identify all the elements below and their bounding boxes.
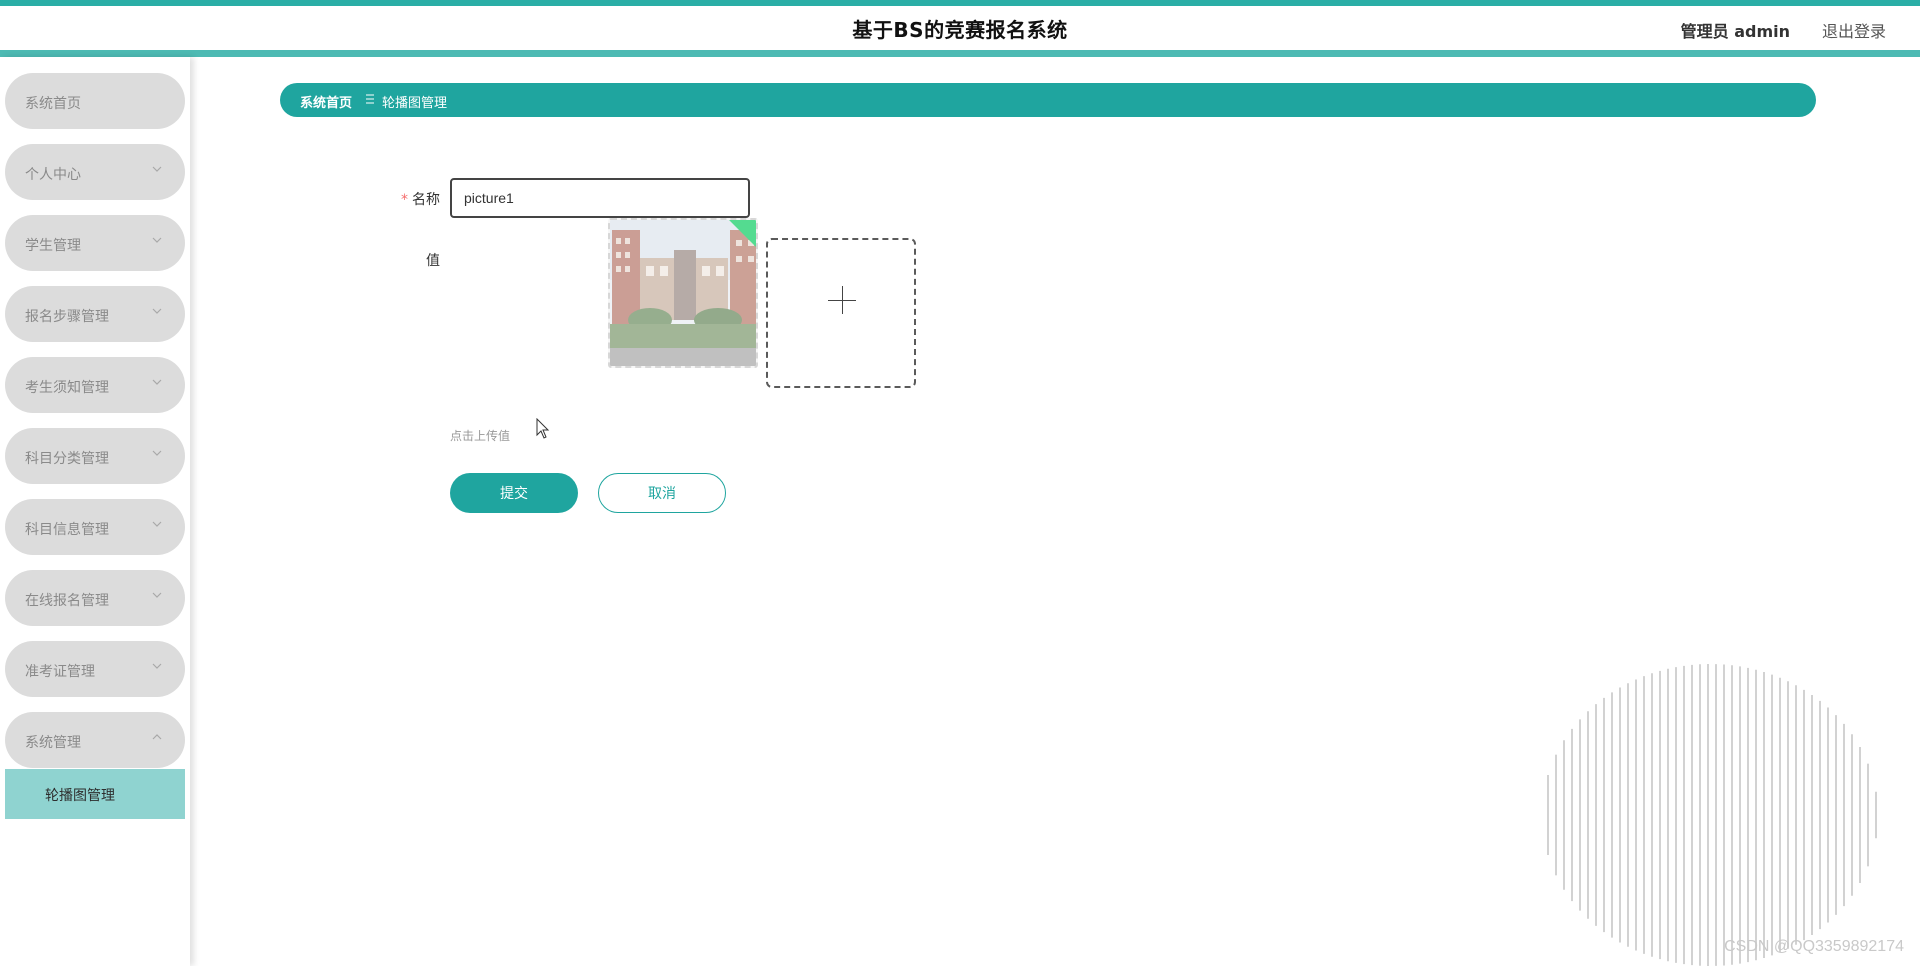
header: 基于BS的竞赛报名系统 管理员 admin 退出登录 (0, 6, 1920, 50)
chevron-down-icon (152, 237, 162, 243)
submit-button[interactable]: 提交 (450, 473, 578, 513)
sidebar-item-label: 系统管理 (25, 735, 81, 751)
sidebar-subitem-carousel[interactable]: 轮播图管理 (5, 769, 185, 819)
sidebar: 系统首页 个人中心 学生管理 报名步骤管理 考生须知管理 科目分类管理 科目信息… (0, 57, 190, 966)
sidebar-item-personal-center[interactable]: 个人中心 (5, 144, 185, 200)
mouse-cursor-icon (536, 418, 550, 439)
name-label-text: 名称 (412, 192, 440, 208)
chevron-up-icon (152, 734, 162, 740)
uploaded-image-thumbnail[interactable] (608, 218, 758, 368)
current-user: 管理员 admin (1680, 22, 1790, 41)
logout-link[interactable]: 退出登录 (1822, 18, 1886, 42)
sidebar-item-exam-notice[interactable]: 考生须知管理 (5, 357, 185, 413)
menu-icon (366, 94, 374, 104)
chevron-down-icon (152, 166, 162, 172)
sidebar-item-label: 科目信息管理 (25, 522, 109, 538)
chevron-down-icon (152, 592, 162, 598)
sidebar-item-online-registration[interactable]: 在线报名管理 (5, 570, 185, 626)
sidebar-item-registration-steps[interactable]: 报名步骤管理 (5, 286, 185, 342)
required-mark: * (401, 192, 408, 208)
sidebar-item-label: 报名步骤管理 (25, 309, 109, 325)
sidebar-item-label: 系统首页 (25, 96, 81, 112)
cancel-button[interactable]: 取消 (598, 473, 726, 513)
chevron-down-icon (152, 521, 162, 527)
sidebar-item-students[interactable]: 学生管理 (5, 215, 185, 271)
breadcrumb-current: 轮播图管理 (382, 96, 448, 111)
chevron-down-icon (152, 308, 162, 314)
sidebar-item-label: 考生须知管理 (25, 380, 109, 396)
sidebar-item-home[interactable]: 系统首页 (5, 73, 185, 129)
breadcrumb: 系统首页 轮播图管理 (280, 83, 1816, 117)
name-label: * 名称 (390, 189, 440, 209)
chevron-down-icon (152, 663, 162, 669)
upload-hint: 点击上传值 (450, 429, 511, 443)
sidebar-item-system-management[interactable]: 系统管理 (5, 712, 185, 768)
sidebar-item-label: 准考证管理 (25, 664, 95, 680)
sidebar-subitem-label: 轮播图管理 (45, 788, 115, 804)
sidebar-item-label: 学生管理 (25, 238, 81, 254)
plus-icon-horizontal (828, 300, 856, 301)
decorative-striped-circle (1547, 664, 1877, 966)
sidebar-item-label: 科目分类管理 (25, 451, 109, 467)
sidebar-item-label: 在线报名管理 (25, 593, 109, 609)
campus-photo (610, 220, 756, 366)
watermark: CSDN @QQ3359892174 (1724, 938, 1904, 955)
sidebar-item-subject-category[interactable]: 科目分类管理 (5, 428, 185, 484)
value-label: 值 (426, 253, 440, 269)
chevron-down-icon (152, 450, 162, 456)
sidebar-item-admission-ticket[interactable]: 准考证管理 (5, 641, 185, 697)
app-title: 基于BS的竞赛报名系统 (852, 18, 1068, 42)
sidebar-item-subject-info[interactable]: 科目信息管理 (5, 499, 185, 555)
name-field[interactable] (450, 178, 750, 218)
header-bottom-stripe (0, 50, 1920, 57)
breadcrumb-home[interactable]: 系统首页 (300, 92, 352, 111)
chevron-down-icon (152, 379, 162, 385)
upload-button[interactable] (766, 238, 916, 388)
sidebar-item-label: 个人中心 (25, 167, 81, 183)
